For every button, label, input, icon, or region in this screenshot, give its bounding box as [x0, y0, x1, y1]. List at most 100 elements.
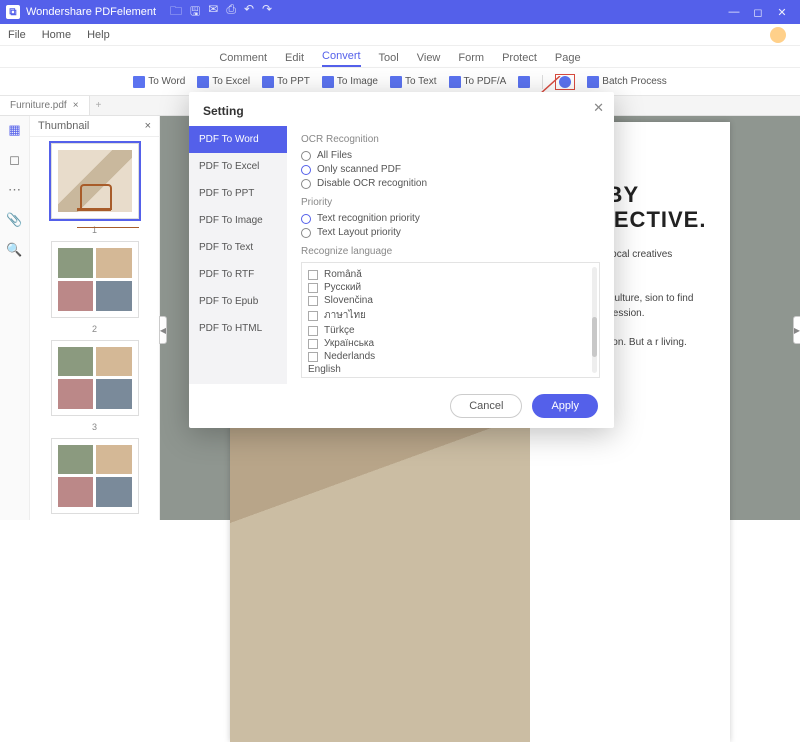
lang-option[interactable]: English [308, 364, 593, 375]
thumbnail-page-2[interactable] [51, 241, 139, 317]
sidebar-item-text[interactable]: PDF To Text [189, 234, 287, 261]
mail-icon[interactable]: ✉ [208, 2, 218, 23]
to-word-button[interactable]: To Word [133, 76, 185, 88]
undo-icon[interactable]: ↶ [244, 2, 254, 23]
excel-icon [197, 76, 209, 88]
dialog-footer: Cancel Apply [189, 384, 614, 428]
sidebar-item-ppt[interactable]: PDF To PPT [189, 180, 287, 207]
radio-text-priority[interactable]: Text recognition priority [301, 213, 600, 224]
tab-protect[interactable]: Protect [502, 52, 537, 67]
lang-option[interactable]: Türkçe [308, 325, 593, 336]
gear-icon [559, 76, 571, 88]
lang-option[interactable]: Română [308, 269, 593, 280]
sidebar-item-word[interactable]: PDF To Word [189, 126, 287, 153]
to-pdfa-button[interactable]: To PDF/A [449, 76, 507, 88]
section-ocr: OCR Recognition [301, 134, 600, 145]
page-number: 3 [92, 422, 97, 432]
image-icon [322, 76, 334, 88]
tab-page[interactable]: Page [555, 52, 581, 67]
separator [542, 75, 543, 89]
text-icon [390, 76, 402, 88]
menu-help[interactable]: Help [87, 29, 110, 41]
section-language: Recognize language [301, 246, 600, 257]
titlebar-quick-icons: 🗀 🖫 ✉ ⎙ ↶ ↷ [170, 2, 272, 23]
user-avatar-icon[interactable] [770, 27, 786, 43]
scrollbar[interactable] [592, 267, 597, 373]
titlebar: ⧉ Wondershare PDFelement 🗀 🖫 ✉ ⎙ ↶ ↷ ― ◻… [0, 0, 800, 24]
sidebar-item-epub[interactable]: PDF To Epub [189, 288, 287, 315]
radio-only-scanned[interactable]: Only scanned PDF [301, 164, 600, 175]
language-listbox[interactable]: Română Русский Slovenčina ภาษาไทย Türkçe… [301, 262, 600, 378]
convert-settings-dialog: Setting ✕ PDF To Word PDF To Excel PDF T… [189, 92, 614, 428]
lang-option[interactable]: ภาษาไทย [308, 308, 593, 323]
to-other-button[interactable] [518, 76, 530, 88]
collapse-left-icon[interactable]: ◀ [159, 316, 167, 344]
menu-file[interactable]: File [8, 29, 26, 41]
app-logo-icon: ⧉ [6, 5, 20, 19]
pdfa-icon [449, 76, 461, 88]
collapse-right-icon[interactable]: ▶ [793, 316, 800, 344]
side-rail: ▦ ◻ ⋯ 📎 🔍 [0, 116, 30, 520]
convert-settings-button[interactable] [555, 74, 575, 90]
attachments-icon[interactable]: 📎 [6, 212, 22, 228]
dialog-title: Setting [203, 104, 244, 118]
tab-comment[interactable]: Comment [219, 52, 267, 67]
tab-convert[interactable]: Convert [322, 50, 361, 67]
close-button[interactable]: ✕ [770, 6, 794, 19]
lang-option[interactable]: Slovenčina [308, 295, 593, 306]
other-icon [518, 76, 530, 88]
ppt-icon [262, 76, 274, 88]
apply-button[interactable]: Apply [532, 394, 598, 418]
maximize-button[interactable]: ◻ [746, 6, 770, 19]
sidebar-item-rtf[interactable]: PDF To RTF [189, 261, 287, 288]
to-ppt-button[interactable]: To PPT [262, 76, 310, 88]
dialog-content: OCR Recognition All Files Only scanned P… [287, 126, 614, 384]
close-panel-icon[interactable]: × [145, 120, 151, 132]
dialog-close-icon[interactable]: ✕ [593, 100, 604, 116]
section-priority: Priority [301, 197, 600, 208]
comments-icon[interactable]: ⋯ [8, 182, 21, 198]
menu-home[interactable]: Home [42, 29, 71, 41]
cancel-button[interactable]: Cancel [450, 394, 522, 418]
sidebar-item-image[interactable]: PDF To Image [189, 207, 287, 234]
word-icon [133, 76, 145, 88]
thumbnail-page-4[interactable] [51, 438, 139, 514]
search-icon[interactable]: 🔍 [6, 242, 22, 258]
bookmark-icon[interactable]: ◻ [9, 152, 20, 168]
to-image-button[interactable]: To Image [322, 76, 378, 88]
lang-option[interactable]: Українська [308, 338, 593, 349]
redo-icon[interactable]: ↷ [262, 2, 272, 23]
save-icon[interactable]: 🖫 [190, 2, 200, 23]
page-number: 2 [92, 324, 97, 334]
ribbon-tabs: Comment Edit Convert Tool View Form Prot… [0, 46, 800, 68]
sidebar-item-html[interactable]: PDF To HTML [189, 315, 287, 342]
thumbnail-page-3[interactable] [51, 340, 139, 416]
sidebar-item-excel[interactable]: PDF To Excel [189, 153, 287, 180]
menubar: File Home Help [0, 24, 800, 46]
lang-option[interactable]: Nederlands [308, 351, 593, 362]
radio-layout-priority[interactable]: Text Layout priority [301, 227, 600, 238]
close-tab-icon[interactable]: × [73, 100, 79, 111]
print-icon[interactable]: ⎙ [226, 2, 236, 23]
batch-process-button[interactable]: Batch Process [587, 76, 666, 88]
minimize-button[interactable]: ― [722, 6, 746, 18]
tab-form[interactable]: Form [458, 52, 484, 67]
radio-all-files[interactable]: All Files [301, 150, 600, 161]
thumbnail-panel: Thumbnail× 1 2 3 [30, 116, 160, 520]
to-excel-button[interactable]: To Excel [197, 76, 250, 88]
dialog-sidebar: PDF To Word PDF To Excel PDF To PPT PDF … [189, 126, 287, 384]
batch-icon [587, 76, 599, 88]
file-tab[interactable]: Furniture.pdf× [0, 96, 90, 115]
thumbnail-page-1[interactable] [51, 143, 139, 219]
folder-icon[interactable]: 🗀 [170, 2, 182, 23]
app-title: Wondershare PDFelement [26, 6, 156, 18]
tab-tool[interactable]: Tool [379, 52, 399, 67]
tab-edit[interactable]: Edit [285, 52, 304, 67]
thumbnails-icon[interactable]: ▦ [8, 122, 20, 138]
lang-option[interactable]: Русский [308, 282, 593, 293]
radio-disable-ocr[interactable]: Disable OCR recognition [301, 178, 600, 189]
thumbnail-title: Thumbnail [38, 120, 89, 132]
add-tab-button[interactable]: + [90, 100, 108, 111]
to-text-button[interactable]: To Text [390, 76, 437, 88]
tab-view[interactable]: View [417, 52, 441, 67]
